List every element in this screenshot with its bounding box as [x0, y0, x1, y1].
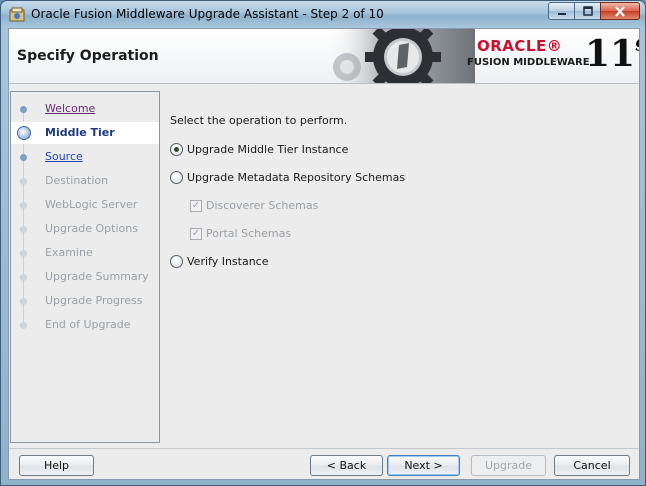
gear-graphic-icon	[325, 29, 475, 83]
cancel-button[interactable]: Cancel	[554, 455, 630, 476]
product-name: FUSION MIDDLEWARE	[467, 57, 590, 68]
step-dot-icon	[20, 298, 27, 305]
nav-step-destination: Destination	[11, 170, 159, 192]
step-dot-icon	[20, 250, 27, 257]
nav-step-upgrade-progress: Upgrade Progress	[11, 290, 159, 312]
step-dot-icon	[20, 202, 27, 209]
nav-step-weblogic-server: WebLogic Server	[11, 194, 159, 216]
maximize-button[interactable]	[574, 2, 601, 20]
version-logo: 11g	[585, 31, 639, 75]
operation-prompt: Select the operation to perform.	[170, 114, 348, 127]
upgrade-button: Upgrade	[471, 455, 546, 476]
checkbox-checked-icon: ✓	[190, 199, 202, 212]
discoverer-schemas-checkbox: ✓ Discoverer Schemas	[190, 199, 319, 212]
oracle-logo: ORACLE®	[477, 37, 563, 55]
nav-step-welcome[interactable]: Welcome	[11, 98, 159, 120]
step-dot-icon	[20, 154, 27, 161]
verify-instance-option[interactable]: Verify Instance	[170, 255, 269, 268]
minimize-icon	[557, 13, 566, 15]
nav-step-upgrade-summary: Upgrade Summary	[11, 266, 159, 288]
step-dot-icon	[20, 274, 27, 281]
next-button[interactable]: Next >	[387, 455, 460, 476]
upgrade-metadata-option[interactable]: Upgrade Metadata Repository Schemas	[170, 171, 405, 184]
portal-schemas-checkbox: ✓ Portal Schemas	[190, 227, 292, 240]
version-number: 11	[585, 33, 636, 75]
header-banner: Specify Operation ORACLE® FUSION MIDDLEW…	[9, 29, 639, 84]
radio-button[interactable]	[170, 255, 183, 268]
checkbox-checked-icon: ✓	[190, 227, 202, 240]
main-content: Select the operation to perform. Upgrade…	[161, 91, 639, 443]
step-dot-icon	[20, 226, 27, 233]
back-button[interactable]: < Back	[310, 455, 383, 476]
close-button[interactable]	[600, 2, 640, 20]
nav-step-end-of-upgrade: End of Upgrade	[11, 314, 159, 336]
nav-step-source[interactable]: Source	[11, 146, 159, 168]
app-icon	[9, 7, 25, 22]
step-dot-icon	[20, 106, 27, 113]
window-title: Oracle Fusion Middleware Upgrade Assista…	[31, 7, 384, 21]
help-button[interactable]: Help	[19, 455, 94, 476]
nav-step-examine: Examine	[11, 242, 159, 264]
nav-step-upgrade-options: Upgrade Options	[11, 218, 159, 240]
step-navigation: Welcome Middle Tier Source Destination W…	[10, 91, 160, 443]
title-bar[interactable]: Oracle Fusion Middleware Upgrade Assista…	[1, 1, 645, 28]
upgrade-middle-tier-option[interactable]: Upgrade Middle Tier Instance	[170, 143, 348, 156]
page-title: Specify Operation	[17, 48, 159, 64]
close-icon	[615, 5, 625, 17]
current-step-icon	[17, 126, 31, 140]
maximize-icon	[582, 6, 593, 16]
step-dot-icon	[20, 322, 27, 329]
app-window: Oracle Fusion Middleware Upgrade Assista…	[0, 0, 646, 486]
radio-button[interactable]	[170, 171, 183, 184]
minimize-button[interactable]	[548, 2, 575, 20]
version-suffix: g	[635, 31, 639, 52]
client-area: Specify Operation ORACLE® FUSION MIDDLEW…	[8, 28, 640, 480]
step-dot-icon	[20, 178, 27, 185]
button-bar: Help < Back Next > Upgrade Cancel	[9, 448, 639, 480]
radio-button-selected[interactable]	[170, 143, 183, 156]
nav-step-middle-tier[interactable]: Middle Tier	[11, 122, 159, 144]
